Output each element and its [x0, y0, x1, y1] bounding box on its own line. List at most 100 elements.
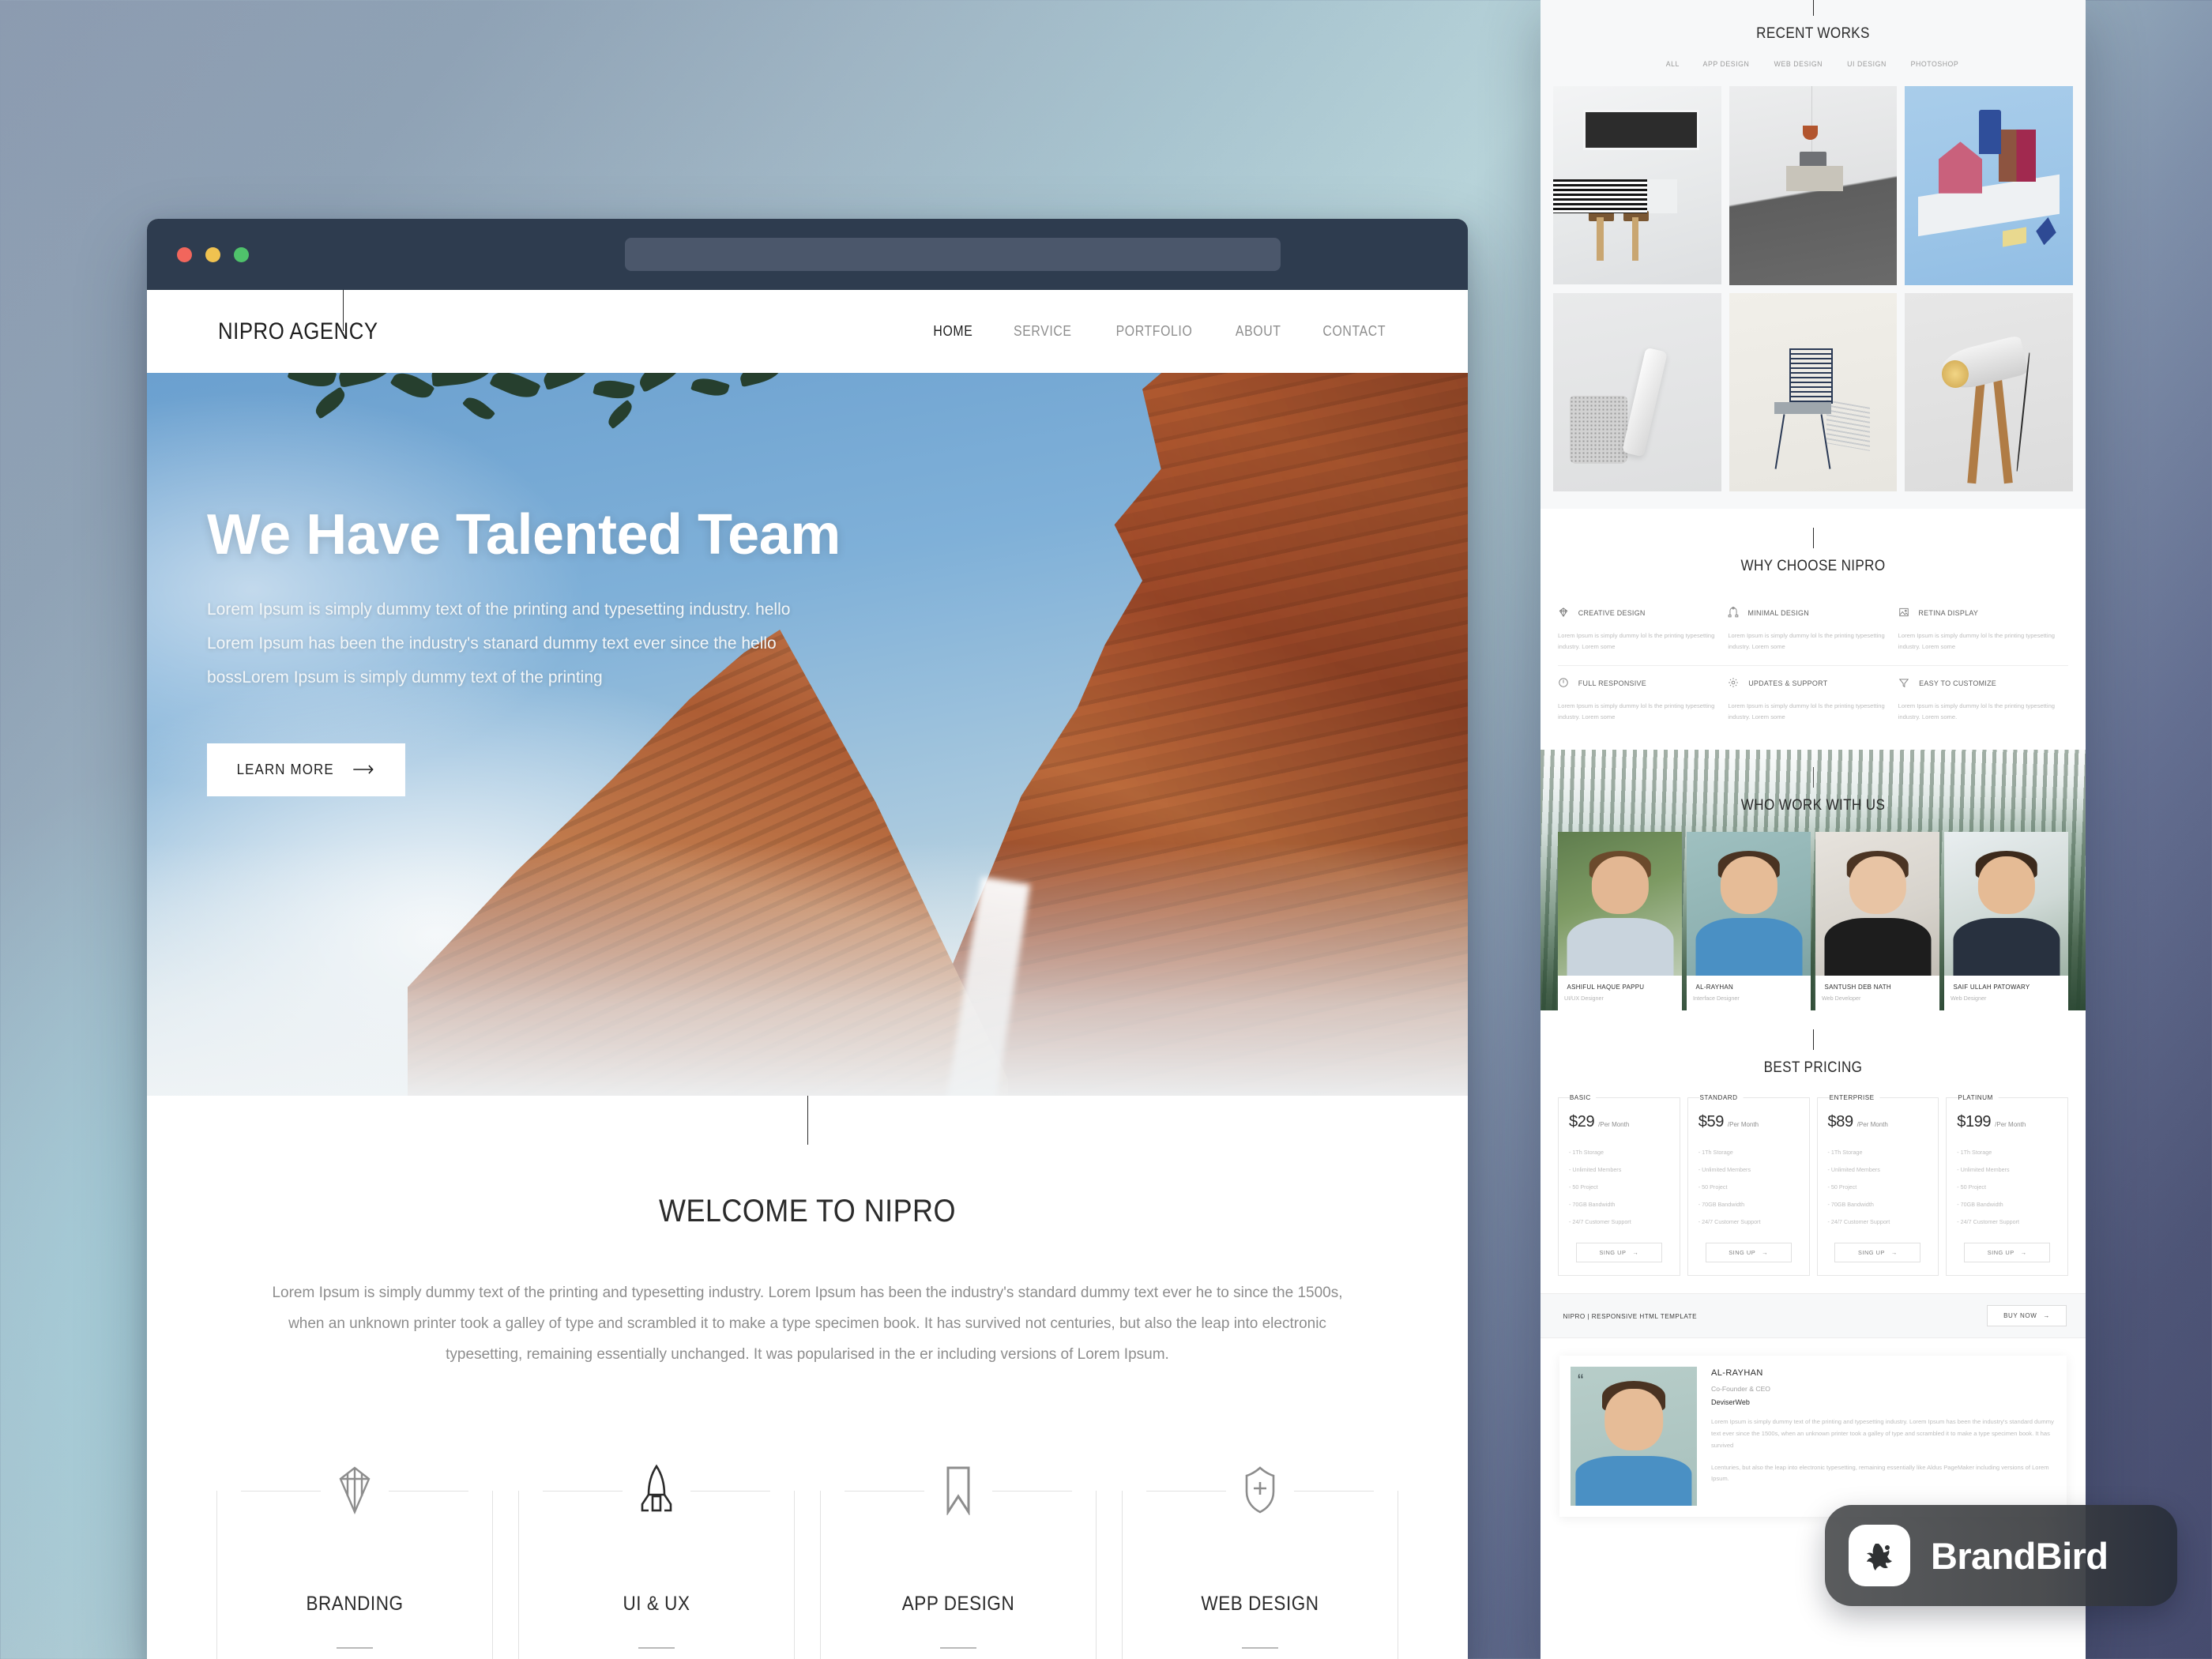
- feature-easy-customize: EASY TO CUSTOMIZE Lorem Ipsum is simply …: [1898, 666, 2068, 735]
- why-choose-title: WHY CHOOSE NIPRO: [1740, 558, 1886, 574]
- testimonial-card: “ AL-RAYHAN Co-Founder & CEO DeviserWeb …: [1559, 1356, 2067, 1518]
- hero-content: We Have Talented Team Lorem Ipsum is sim…: [207, 505, 934, 796]
- feature-creative-design: CREATIVE DESIGN Lorem Ipsum is simply du…: [1558, 596, 1729, 667]
- pricing-plan-platinum: PLATINUM $199 /Per Month - 1Th Storage -…: [1946, 1093, 2068, 1277]
- portfolio-item[interactable]: [1553, 86, 1721, 285]
- template-name: NIPRO | RESPONSIVE HTML TEMPLATE: [1563, 1311, 1698, 1320]
- plan-price: $89: [1827, 1113, 1854, 1131]
- nav-item-portfolio[interactable]: PORTFOLIO: [1116, 323, 1193, 340]
- arrow-right-icon: →: [1762, 1249, 1769, 1257]
- plan-feature: - Unlimited Members: [1698, 1165, 1751, 1173]
- plan-feature: - 1Th Storage: [1569, 1148, 1604, 1156]
- arrow-right-icon: →: [1632, 1249, 1639, 1257]
- plan-name: PLATINUM: [1958, 1093, 1999, 1102]
- learn-more-button[interactable]: LEARN MORE: [207, 743, 406, 796]
- service-card-app-design[interactable]: APP DESIGN Lorem Ipsum is simply dummy t…: [820, 1466, 1097, 1659]
- arrow-right-icon: →: [1890, 1249, 1898, 1257]
- nav-item-contact[interactable]: CONTACT: [1323, 323, 1386, 340]
- portfolio-item[interactable]: [1729, 292, 1898, 491]
- pricing-plan-standard: STANDARD $59 /Per Month - 1Th Storage - …: [1687, 1093, 1810, 1277]
- pricing-section: BEST PRICING BASIC $29 /Per Month - 1Th …: [1540, 1010, 2086, 1294]
- rocket-icon: [623, 1463, 690, 1517]
- plan-feature: - 70GB Bandwidth: [1827, 1200, 1874, 1208]
- signup-label: SING UP: [1729, 1249, 1756, 1257]
- team-member-card[interactable]: SAIF ULLAH PATOWARY Web Designer: [1944, 832, 2068, 1011]
- member-role: Web Developer: [1822, 995, 1861, 1003]
- section-divider-line: [1812, 0, 1814, 16]
- portfolio-filters: ALL APP DESIGN WEB DESIGN UI DESIGN PHOT…: [1540, 60, 2086, 69]
- service-rule: [940, 1646, 976, 1649]
- filter-photoshop[interactable]: PHOTOSHOP: [1910, 60, 1958, 69]
- signup-button[interactable]: SING UP →: [1705, 1243, 1792, 1263]
- plan-feature: - 1Th Storage: [1698, 1148, 1733, 1156]
- filter-web-design[interactable]: WEB DESIGN: [1774, 60, 1823, 69]
- filter-all[interactable]: ALL: [1666, 60, 1680, 69]
- signup-button[interactable]: SING UP →: [1834, 1243, 1921, 1263]
- why-choose-section: WHY CHOOSE NIPRO CREATIVE DESIGN Lorem I…: [1540, 509, 2086, 750]
- team-member-card[interactable]: ASHIFUL HAQUE PAPPU UI/UX Designer: [1558, 832, 1682, 1011]
- feature-full-responsive: FULL RESPONSIVE Lorem Ipsum is simply du…: [1558, 666, 1728, 735]
- feature-label: CREATIVE DESIGN: [1578, 609, 1646, 618]
- plan-feature: - Unlimited Members: [1957, 1165, 2010, 1173]
- portfolio-item[interactable]: [1905, 86, 2073, 285]
- service-card-web-design[interactable]: WEB DESIGN Lorem Ipsum is simply dummy t…: [1122, 1466, 1398, 1659]
- plan-features: - 1Th Storage - Unlimited Members - 50 P…: [1698, 1143, 1799, 1230]
- testimonial-paragraph-1: Lorem Ipsum is simply dummy text of the …: [1711, 1418, 2054, 1449]
- welcome-paragraph: Lorem Ipsum is simply dummy text of the …: [272, 1285, 1343, 1363]
- arrow-right-icon: [353, 762, 375, 778]
- mist-layer: [147, 843, 1468, 1096]
- signup-button[interactable]: SING UP →: [1575, 1243, 1662, 1263]
- filter-ui-design[interactable]: UI DESIGN: [1847, 60, 1887, 69]
- close-icon[interactable]: [177, 246, 192, 262]
- team-member-card[interactable]: SANTUSH DEB NATH Web Developer: [1815, 832, 1939, 1011]
- nav-item-service[interactable]: SERVICE: [1014, 323, 1072, 340]
- feature-label: UPDATES & SUPPORT: [1748, 679, 1828, 689]
- maximize-icon[interactable]: [234, 246, 249, 262]
- feature-text: Lorem Ipsum is simply dummy lol ls the p…: [1898, 632, 2056, 651]
- buy-now-button[interactable]: BUY NOW →: [1987, 1305, 2067, 1327]
- signup-button[interactable]: SING UP →: [1964, 1243, 2051, 1263]
- welcome-section: WELCOME TO NIPRO Lorem Ipsum is simply d…: [147, 1096, 1468, 1402]
- team-title: WHO WORK WITH US: [1740, 797, 1886, 814]
- minimize-icon[interactable]: [205, 246, 220, 262]
- testimonial-name: AL-RAYHAN: [1711, 1368, 1763, 1379]
- service-card-top: [845, 1466, 1072, 1516]
- portfolio-item[interactable]: [1729, 86, 1898, 285]
- portfolio-item[interactable]: [1553, 292, 1721, 491]
- plan-period: /Per Month: [1856, 1121, 1888, 1129]
- nav-item-about[interactable]: ABOUT: [1236, 323, 1281, 340]
- service-rule: [1242, 1646, 1278, 1649]
- hero-paragraph: Lorem Ipsum is simply dummy text of the …: [207, 600, 791, 687]
- pricing-plan-enterprise: ENTERPRISE $89 /Per Month - 1Th Storage …: [1816, 1093, 1939, 1277]
- filter-app-design[interactable]: APP DESIGN: [1703, 60, 1750, 69]
- plan-name: BASIC: [1569, 1093, 1597, 1102]
- pen-node-icon: [1728, 607, 1739, 620]
- purchase-bar: NIPRO | RESPONSIVE HTML TEMPLATE BUY NOW…: [1540, 1293, 2086, 1339]
- testimonial-paragraph-2: Lcenturies, but also the leap into elect…: [1711, 1463, 2049, 1483]
- plan-feature: - Unlimited Members: [1569, 1165, 1622, 1173]
- feature-text: Lorem Ipsum is simply dummy lol ls the p…: [1558, 702, 1715, 721]
- member-name: ASHIFUL HAQUE PAPPU: [1567, 983, 1645, 991]
- feature-label: MINIMAL DESIGN: [1747, 609, 1810, 618]
- site-logo[interactable]: NIPRO AGENCY: [218, 318, 378, 345]
- clock-icon: [1558, 677, 1569, 690]
- plan-price: $59: [1698, 1113, 1725, 1131]
- avatar: [1558, 832, 1682, 976]
- service-title: APP DESIGN: [901, 1592, 1015, 1615]
- services-section: BRANDING Lorem Ipsum is simply dummy the…: [147, 1401, 1468, 1659]
- team-member-card[interactable]: AL-RAYHAN Interface Designer: [1687, 832, 1811, 1011]
- portfolio-item[interactable]: [1905, 292, 2073, 491]
- url-input[interactable]: [625, 238, 1281, 271]
- quote-icon: “: [1578, 1371, 1584, 1391]
- pricing-grid: BASIC $29 /Per Month - 1Th Storage - Unl…: [1540, 1093, 2086, 1277]
- plan-features: - 1Th Storage - Unlimited Members - 50 P…: [1569, 1143, 1669, 1230]
- diamond-icon: [1558, 607, 1569, 620]
- service-rule: [337, 1646, 373, 1649]
- bookmark-icon: [924, 1465, 992, 1516]
- service-card-ui-ux[interactable]: UI & UX Lorem Ipsum is simply dummy the …: [518, 1464, 795, 1659]
- plan-feature: - 50 Project: [1698, 1183, 1728, 1191]
- plan-name: STANDARD: [1699, 1093, 1743, 1102]
- service-card-branding[interactable]: BRANDING Lorem Ipsum is simply dummy the…: [216, 1466, 493, 1659]
- nav-item-home[interactable]: HOME: [933, 323, 972, 340]
- image-icon: [1898, 607, 1909, 620]
